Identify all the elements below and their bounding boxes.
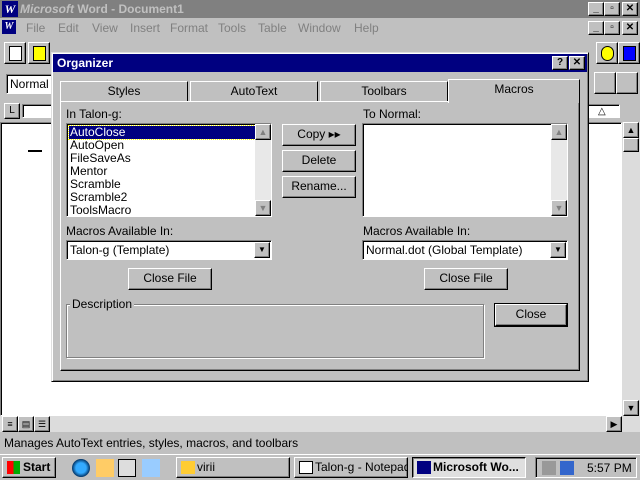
style-combo[interactable]: Normal xyxy=(6,74,52,94)
clock[interactable]: 5:57 PM xyxy=(587,461,632,475)
organizer-title: Organizer xyxy=(53,54,587,72)
internet-explorer-icon[interactable] xyxy=(72,459,90,477)
horizontal-scrollbar[interactable]: ≡ ▤ ☰ ▶ xyxy=(0,416,640,432)
right-macro-list[interactable]: ▲ ▼ xyxy=(362,123,568,217)
description-label: Description xyxy=(70,297,135,311)
tab-stop-icon[interactable]: L xyxy=(4,103,20,119)
right-available-label: Macros Available In: xyxy=(363,224,471,238)
start-button[interactable]: Start xyxy=(2,457,56,478)
right-list-scrollbar[interactable]: ▲ ▼ xyxy=(551,124,567,216)
task-label: Talon-g - Notepad xyxy=(315,460,408,474)
outline-view-icon[interactable]: ☰ xyxy=(34,416,50,432)
task-virii[interactable]: virii xyxy=(176,457,290,478)
scroll-down-icon[interactable]: ▼ xyxy=(623,400,639,416)
delete-button[interactable]: Delete xyxy=(282,150,356,172)
doc-close-icon[interactable]: ✕ xyxy=(622,21,638,35)
start-label: Start xyxy=(23,460,51,474)
menu-table[interactable]: Table xyxy=(258,21,287,35)
tray-network-icon[interactable] xyxy=(560,461,574,475)
email-icon[interactable] xyxy=(96,459,114,477)
left-list-label: In Talon-g: xyxy=(66,107,122,121)
tab-toolbars[interactable]: Toolbars xyxy=(320,81,448,102)
tab-macros[interactable]: Macros xyxy=(448,79,580,103)
scroll-up-icon[interactable]: ▲ xyxy=(255,124,271,140)
right-available-value: Normal.dot (Global Template) xyxy=(366,243,523,257)
task-notepad[interactable]: Talon-g - Notepad xyxy=(294,457,408,478)
copy-button[interactable]: Copy ▸▸ xyxy=(282,124,356,146)
restore-icon[interactable]: ▫ xyxy=(604,2,620,16)
vertical-scrollbar[interactable]: ▲ ▼ xyxy=(622,122,640,416)
task-word[interactable]: Microsoft Wo... xyxy=(412,457,526,478)
status-text: Manages AutoText entries, styles, macros… xyxy=(4,436,299,450)
scroll-up-icon[interactable]: ▲ xyxy=(623,122,639,138)
doc-minimize-icon[interactable]: _ xyxy=(588,21,604,35)
menu-insert[interactable]: Insert xyxy=(130,21,160,35)
tray-scheduler-icon[interactable] xyxy=(542,461,556,475)
menu-format[interactable]: Format xyxy=(170,21,208,35)
folder-icon xyxy=(181,461,195,474)
tip-wizard-icon[interactable] xyxy=(596,42,618,64)
right-close-file-button[interactable]: Close File xyxy=(424,268,508,290)
scroll-right-icon[interactable]: ▶ xyxy=(606,416,622,432)
left-list-scrollbar[interactable]: ▲ ▼ xyxy=(255,124,271,216)
menu-help[interactable]: Help xyxy=(354,21,379,35)
right-list-label: To Normal: xyxy=(363,107,422,121)
rename-button[interactable]: Rename... xyxy=(282,176,356,198)
minimize-icon[interactable]: _ xyxy=(588,2,604,16)
help-icon[interactable]: ? xyxy=(552,56,568,70)
menu-file[interactable]: File xyxy=(26,21,45,35)
page-layout-view-icon[interactable]: ▤ xyxy=(18,416,34,432)
list-item[interactable]: ToolsMacro xyxy=(69,204,131,217)
scroll-down-icon[interactable]: ▼ xyxy=(551,200,567,216)
left-available-combo[interactable]: Talon-g (Template) ▼ xyxy=(66,240,272,260)
dropdown-arrow-icon[interactable]: ▼ xyxy=(254,242,270,258)
dialog-close-icon[interactable]: ✕ xyxy=(569,56,585,70)
notepad-icon xyxy=(299,461,313,474)
description-box xyxy=(66,304,484,358)
word-title: Microsoft Word - Document1 xyxy=(20,2,184,16)
left-available-value: Talon-g (Template) xyxy=(70,243,170,257)
right-indent-icon[interactable]: △ xyxy=(598,106,606,117)
word-icon xyxy=(417,461,431,474)
table-icon[interactable] xyxy=(616,72,638,94)
copy-arrow-icon: ▸▸ xyxy=(328,127,341,141)
menu-view[interactable]: View xyxy=(92,21,118,35)
scroll-thumb[interactable] xyxy=(623,138,639,152)
task-label: Microsoft Wo... xyxy=(433,460,519,474)
channels-icon[interactable] xyxy=(118,459,136,477)
help-pointer-icon[interactable] xyxy=(618,42,640,64)
left-available-label: Macros Available In: xyxy=(66,224,174,238)
doc-restore-icon[interactable]: ▫ xyxy=(604,21,620,35)
scroll-down-icon[interactable]: ▼ xyxy=(255,200,271,216)
left-macro-list[interactable]: AutoClose AutoOpen FileSaveAs Mentor Scr… xyxy=(66,123,272,217)
menu-edit[interactable]: Edit xyxy=(58,21,79,35)
new-document-icon[interactable] xyxy=(4,42,26,64)
word-app-icon[interactable]: W xyxy=(2,1,18,17)
tab-styles[interactable]: Styles xyxy=(60,81,188,102)
document-control-icon[interactable]: W xyxy=(2,20,16,34)
windows-logo-icon xyxy=(7,461,20,474)
end-of-document-marker xyxy=(28,150,42,152)
open-icon[interactable] xyxy=(28,42,50,64)
right-available-combo[interactable]: Normal.dot (Global Template) ▼ xyxy=(362,240,568,260)
menu-bar: W File Edit View Insert Format Tools Tab… xyxy=(0,18,640,38)
menu-window[interactable]: Window xyxy=(298,21,341,35)
scroll-up-icon[interactable]: ▲ xyxy=(551,124,567,140)
menu-tools[interactable]: Tools xyxy=(218,21,246,35)
close-icon[interactable]: ✕ xyxy=(622,2,638,16)
desktop-icon[interactable] xyxy=(142,459,160,477)
tab-autotext[interactable]: AutoText xyxy=(190,81,318,102)
normal-view-icon[interactable]: ≡ xyxy=(2,416,18,432)
close-button[interactable]: Close xyxy=(494,303,568,327)
word-title-bar: W Microsoft Word - Document1 _ ▫ ✕ xyxy=(0,0,640,18)
dropdown-arrow-icon[interactable]: ▼ xyxy=(550,242,566,258)
align-justify-icon[interactable] xyxy=(594,72,616,94)
task-label: virii xyxy=(197,460,215,474)
left-close-file-button[interactable]: Close File xyxy=(128,268,212,290)
copy-label: Copy xyxy=(297,127,326,141)
